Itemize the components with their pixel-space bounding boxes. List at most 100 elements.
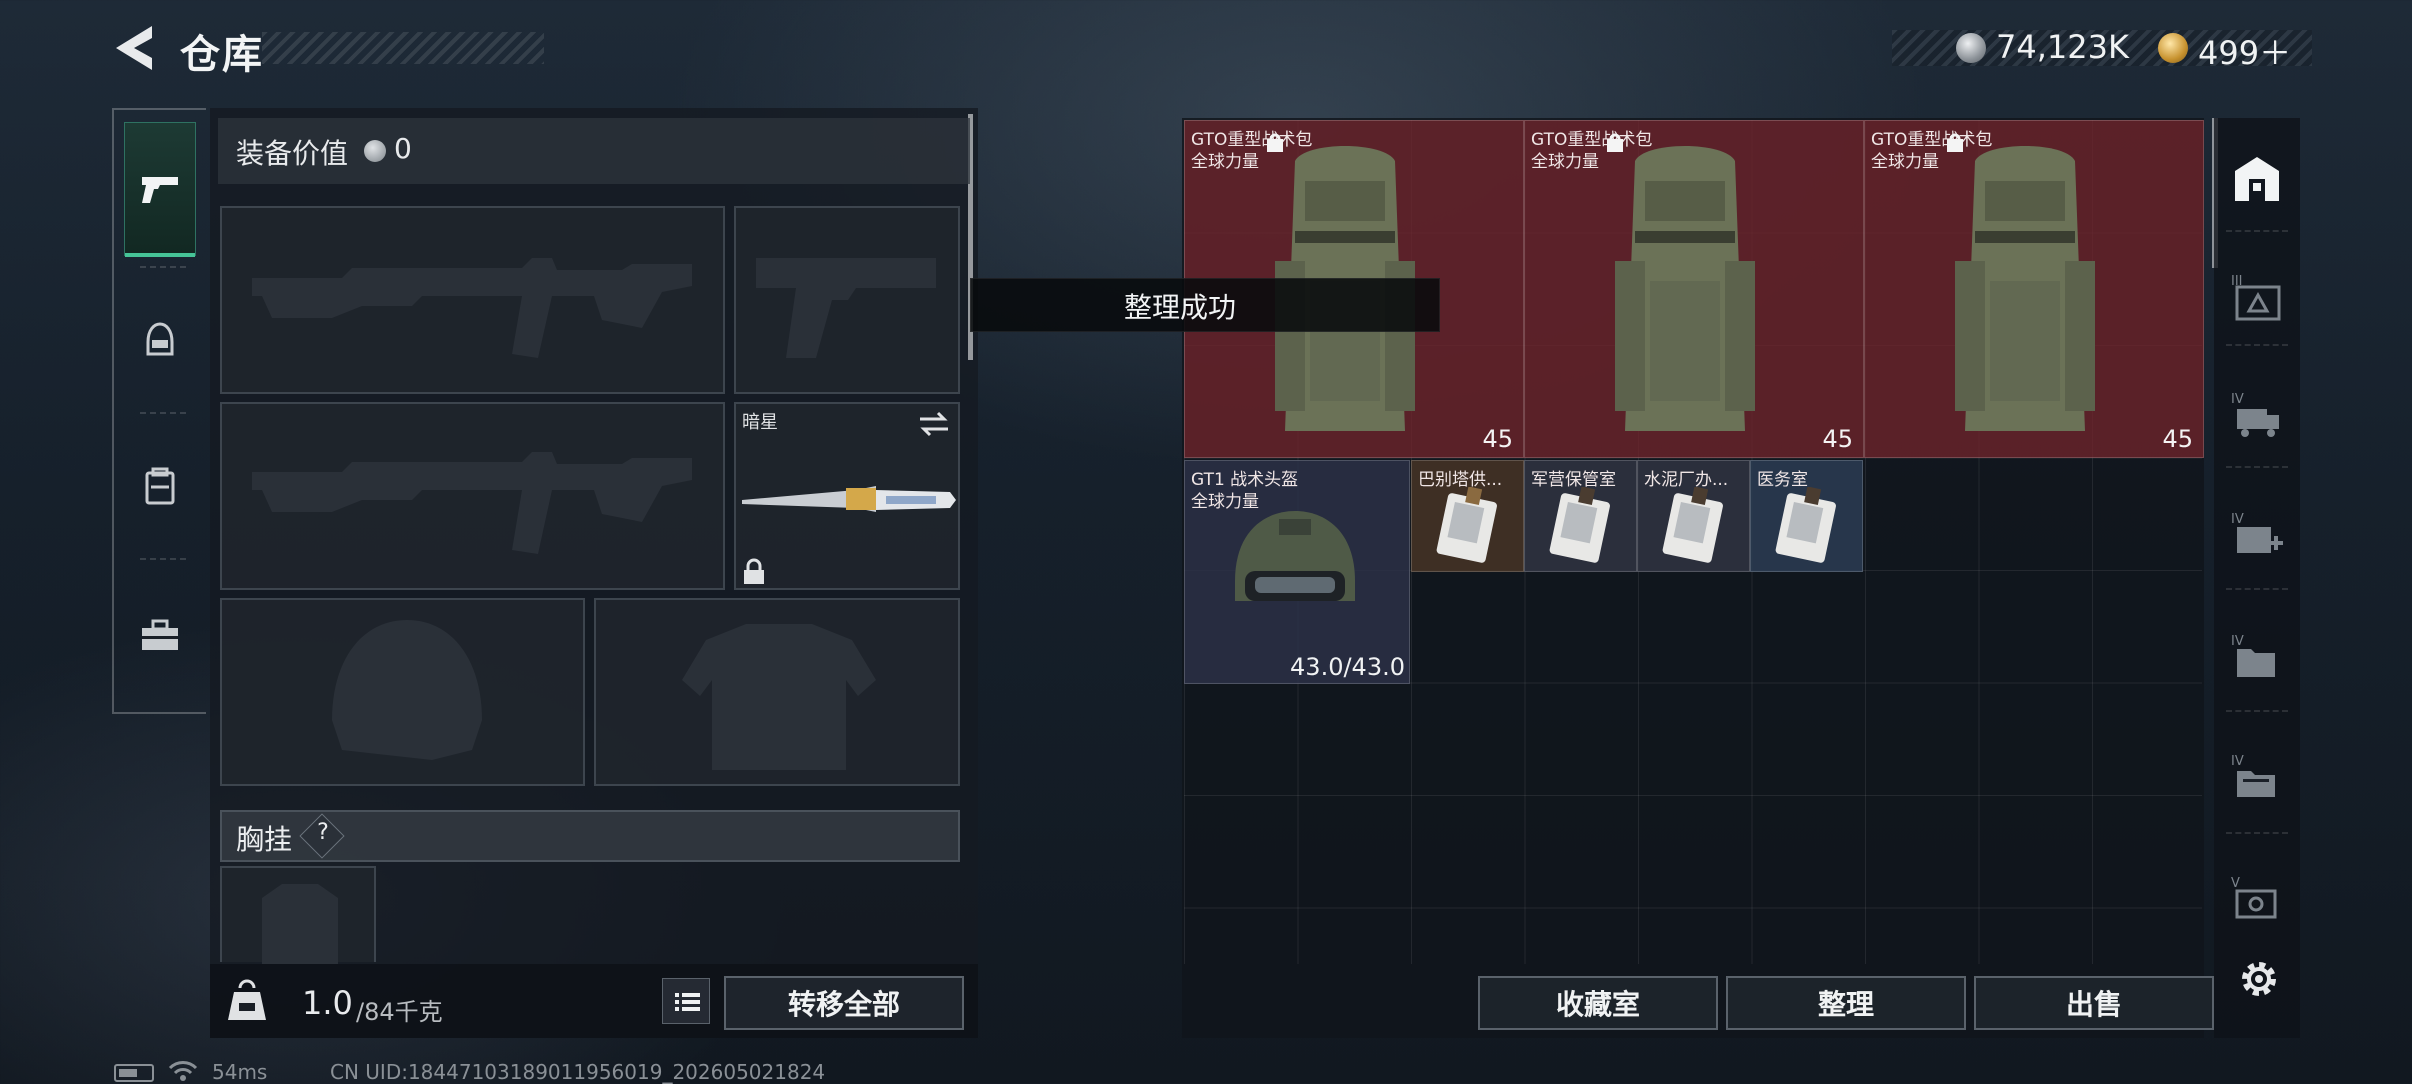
lock-icon [742,558,766,590]
gear-icon [2242,962,2276,996]
nav-gear[interactable] [124,275,196,405]
item-subtitle: 全球力量 [1191,152,1259,172]
keycard-item[interactable]: 水泥厂办... [1637,460,1750,572]
safe-box-icon [2235,157,2279,201]
secondary-weapon-slot[interactable] [220,402,725,590]
nav-divider [2226,588,2288,590]
container-iv-truck-icon: IV [2231,392,2279,437]
keycard-item[interactable]: 巴别塔供... [1411,460,1524,572]
capacity-icon [1947,133,1963,152]
primary-weapon-slot[interactable] [220,206,725,394]
user-uid: CN UID:18447103189011956019_202605021824 [330,1060,826,1084]
swap-icon[interactable] [918,410,950,442]
container-tab-iii[interactable]: III [2226,262,2288,332]
pistol-icon [142,177,178,203]
gold-currency-value[interactable]: 499＋ [2198,28,2291,74]
rifle-silhouette-icon [252,258,692,358]
weight-current: 1.0 [302,984,353,1022]
collection-room-button[interactable]: 收藏室 [1478,976,1718,1030]
svg-text:IV: IV [2231,634,2244,649]
nav-divider [140,412,186,414]
help-mark: ? [317,820,329,845]
item-capacity: 45 [1482,425,1513,453]
organize-button[interactable]: 整理 [1726,976,1966,1030]
keycard-icon [1436,487,1497,563]
body-armor-slot[interactable] [594,598,960,786]
svg-text:IV: IV [2231,512,2244,527]
nav-toolbox[interactable] [124,570,196,700]
page-title: 仓库 [180,32,264,78]
list-view-button[interactable] [662,978,710,1024]
toolbox-icon [142,619,178,650]
container-iv-folder-icon: IV [2231,634,2275,677]
backpack-icon [1615,146,1755,431]
list-icon [675,993,700,1011]
gold-coin-icon [2158,33,2188,63]
svg-text:IV: IV [2231,392,2244,407]
svg-text:IV: IV [2231,754,2244,769]
weight-icon [226,978,268,1024]
wifi-icon [168,1060,198,1084]
keycard-icon [1775,487,1836,563]
nav-divider [2226,344,2288,346]
transfer-all-button[interactable]: 转移全部 [724,976,964,1030]
ping-value: 54ms [212,1060,268,1084]
toast-message: 整理成功 [1123,291,1236,324]
helmet-icon [1235,511,1355,601]
title-decoration [262,32,544,64]
backpack-item[interactable]: GTO重型战术包 全球力量 45 [1524,120,1864,458]
silver-coin-icon [1956,33,1986,63]
nav-backpack[interactable] [124,422,196,552]
container-tab-safe[interactable] [2226,144,2288,214]
keycard-icon [1549,487,1610,563]
container-tab-iv-c[interactable]: IV [2226,622,2288,692]
settings-button[interactable] [2236,956,2282,1002]
nav-divider [2226,832,2288,834]
item-subtitle: 全球力量 [1871,152,1939,172]
item-capacity: 45 [1822,425,1853,453]
item-durability: 43.0/43.0 [1290,653,1405,681]
container-tab-v[interactable]: V [2226,864,2288,934]
backpack-icon [1955,146,2095,431]
container-tab-iv-b[interactable]: IV [2226,500,2288,570]
backpack-icon [145,467,175,505]
sidearm-slot[interactable] [734,206,960,394]
keycard-icon [1662,487,1723,563]
keycard-item[interactable]: 军营保管室 [1524,460,1637,572]
nav-divider [140,558,186,560]
helmet-silhouette-icon [332,620,482,760]
container-tab-iv-a[interactable]: IV [2226,380,2288,450]
nav-divider [2226,230,2288,232]
chest-rig-silhouette-icon [262,884,338,964]
melee-name: 暗星 [742,412,778,433]
nav-divider [2226,466,2288,468]
helmet-slot[interactable] [220,598,585,786]
chest-rig-label: 胸挂 [236,823,293,856]
container-iv-medkit-icon: IV [2231,512,2283,553]
container-iii-icon: III [2231,274,2281,321]
capacity-icon [1267,133,1283,152]
chest-rig-slot[interactable] [220,866,376,964]
nav-divider [2226,710,2288,712]
item-subtitle: 全球力量 [1531,152,1599,172]
backpack-item[interactable]: GTO重型战术包 全球力量 45 [1864,120,2204,458]
nav-weapons[interactable] [124,122,196,257]
equipment-value: 0 [394,132,412,165]
item-capacity: 45 [2162,425,2193,453]
weight-max: /84千克 [356,998,443,1026]
svg-text:V: V [2231,876,2240,891]
nav-divider [140,266,186,268]
silver-currency-value: 74,123K [1996,28,2129,66]
keycard-item[interactable]: 医务室 [1750,460,1863,572]
rifle-silhouette-icon [252,452,692,554]
armor-silhouette-icon [682,624,876,770]
helmet-icon [146,322,174,356]
sell-button[interactable]: 出售 [1974,976,2214,1030]
helmet-item[interactable]: GT1 战术头盔 全球力量 43.0/43.0 [1184,460,1410,684]
back-button[interactable] [112,22,160,74]
back-arrow-icon [116,26,152,70]
equipment-value-label: 装备价值 [236,137,349,170]
container-tab-iv-d[interactable]: IV [2226,742,2288,812]
container-iv-box-icon: IV [2231,754,2275,797]
pistol-silhouette-icon [756,258,936,358]
